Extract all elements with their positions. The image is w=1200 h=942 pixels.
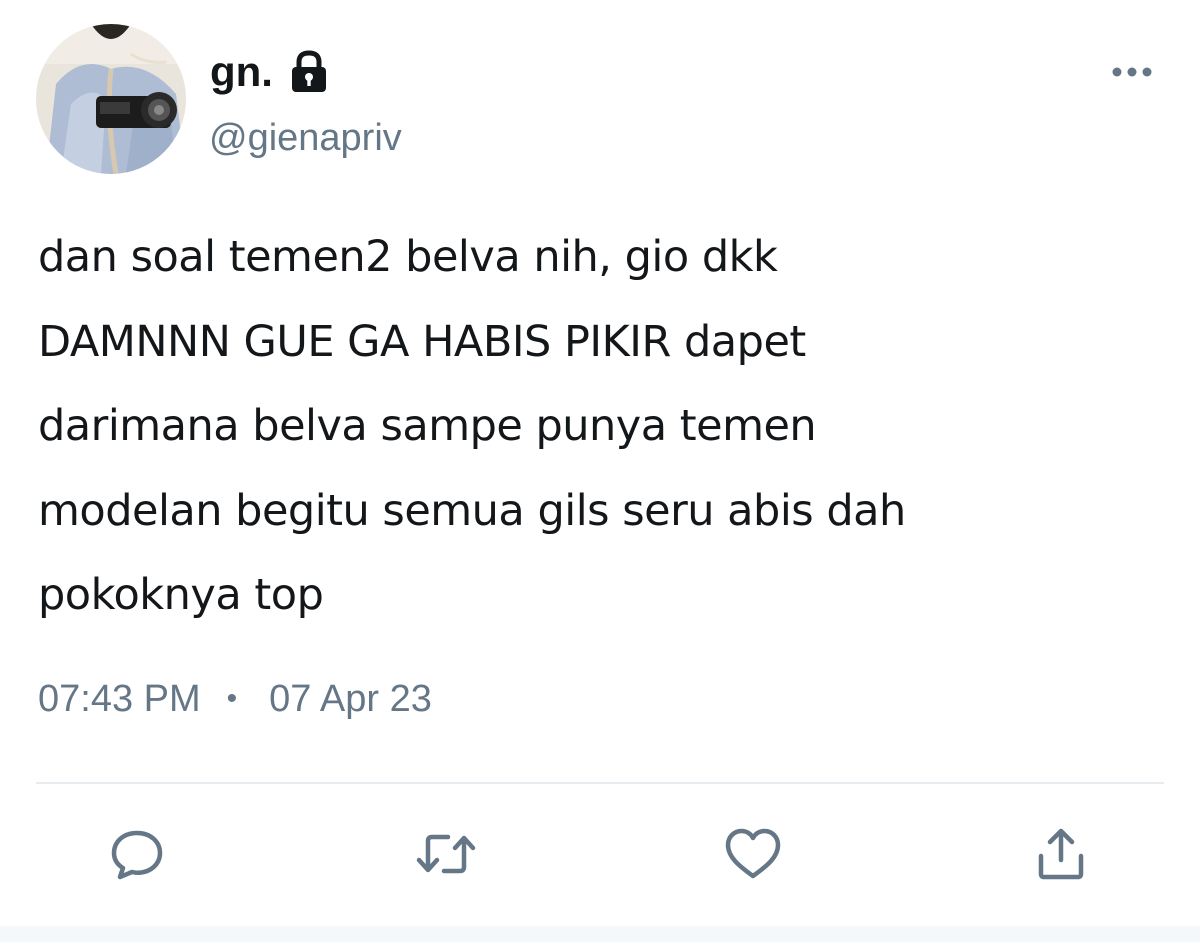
more-dots-icon bbox=[1112, 67, 1152, 77]
user-name-row: gn. bbox=[210, 42, 329, 102]
reply-button[interactable] bbox=[101, 818, 173, 890]
meta-separator: • bbox=[226, 682, 238, 715]
share-upload-icon bbox=[1038, 828, 1084, 880]
bottom-bar bbox=[0, 926, 1200, 942]
share-button[interactable] bbox=[1025, 818, 1097, 890]
more-options-button[interactable] bbox=[1108, 52, 1156, 92]
tweet-text: dan soal temen2 belva nih, gio dkk DAMNN… bbox=[38, 232, 906, 620]
lock-icon bbox=[289, 50, 329, 94]
tweet-timestamp[interactable]: 07:43 PM • 07 Apr 23 bbox=[38, 680, 432, 718]
profile-photo bbox=[36, 24, 186, 174]
divider bbox=[36, 782, 1164, 784]
tweet-date: 07 Apr 23 bbox=[269, 678, 432, 720]
retweet-button[interactable] bbox=[410, 818, 482, 890]
like-button[interactable] bbox=[717, 818, 789, 890]
retweet-arrows-icon bbox=[416, 834, 476, 874]
speech-bubble-icon bbox=[111, 830, 163, 880]
tweet-time: 07:43 PM bbox=[38, 678, 201, 720]
action-bar bbox=[0, 818, 1200, 890]
avatar[interactable] bbox=[36, 24, 186, 174]
heart-icon bbox=[725, 828, 781, 879]
display-name[interactable]: gn. bbox=[210, 51, 273, 93]
tweet-card: gn. @gienapriv dan soal temen2 belva nih… bbox=[0, 0, 1200, 942]
user-handle[interactable]: @gienapriv bbox=[209, 117, 402, 160]
